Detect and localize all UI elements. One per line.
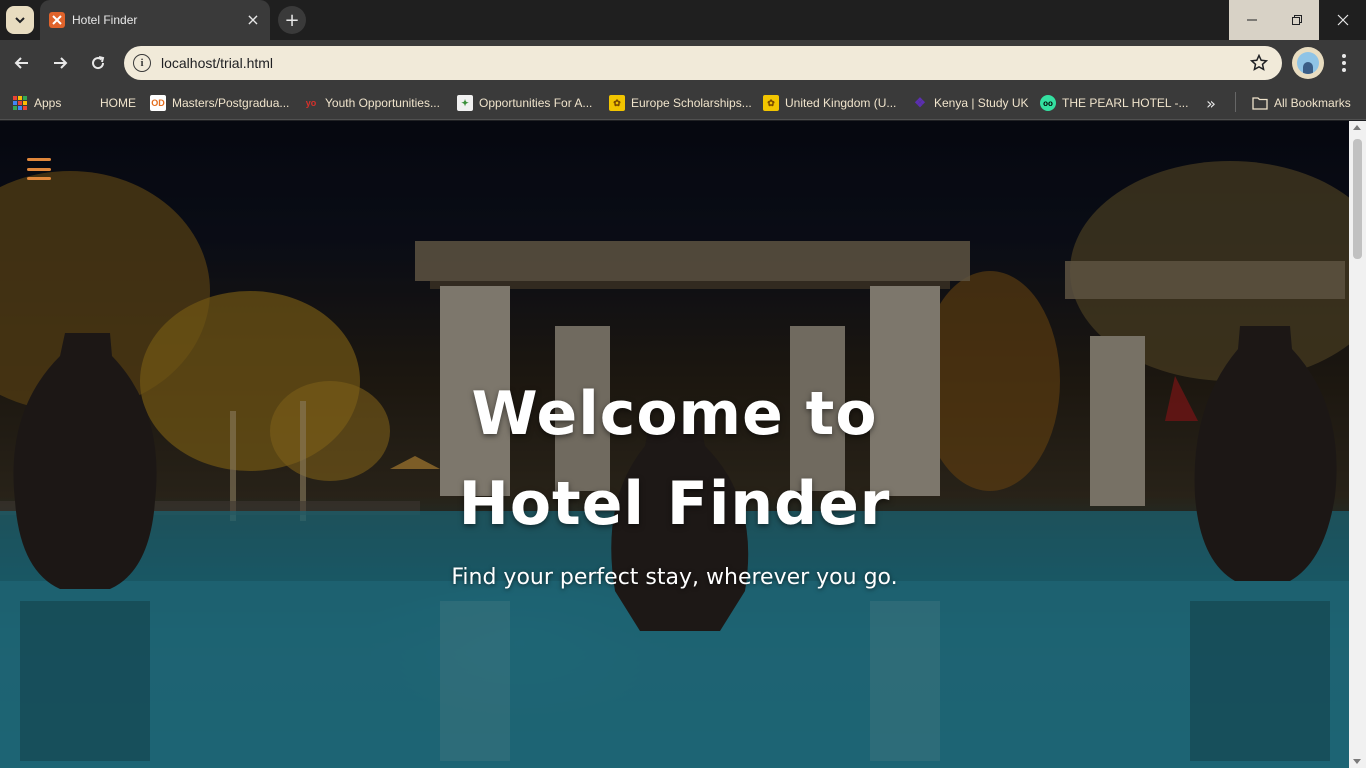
tab-hotel-finder[interactable]: Hotel Finder × — [40, 0, 270, 40]
bookmark-apps[interactable]: Apps — [12, 92, 61, 114]
bookmark-youth-opportunities[interactable]: yo Youth Opportunities... — [303, 92, 440, 114]
tab-strip: Hotel Finder × + — [0, 0, 1366, 40]
bookmark-all-bookmarks[interactable]: All Bookmarks — [1252, 92, 1351, 114]
bookmark-masters[interactable]: OD Masters/Postgradua... — [150, 92, 289, 114]
scrollbar-thumb[interactable] — [1353, 139, 1362, 259]
apps-grid-icon — [12, 95, 28, 111]
bookmark-label: HOME — [100, 96, 136, 110]
address-url[interactable]: localhost/trial.html — [161, 55, 273, 71]
tab-search-button[interactable] — [6, 6, 34, 34]
minimize-button[interactable] — [1229, 0, 1274, 40]
browser-menu-button[interactable] — [1332, 49, 1356, 77]
od-logo-icon: OD — [150, 95, 166, 111]
page-viewport: Welcome to Hotel Finder Find your perfec… — [0, 121, 1349, 768]
hamburger-menu-icon[interactable] — [27, 158, 51, 180]
more-bookmarks-chevron-icon[interactable]: » — [1200, 92, 1222, 114]
profile-avatar[interactable] — [1292, 47, 1324, 79]
address-bar[interactable]: i localhost/trial.html — [124, 46, 1282, 80]
scholarship-icon: ✿ — [609, 95, 625, 111]
study-uk-icon: ❖ — [914, 95, 926, 110]
minimize-icon — [1246, 19, 1257, 21]
new-tab-button[interactable]: + — [278, 6, 306, 34]
close-window-button[interactable] — [1320, 0, 1365, 40]
scholarship-icon: ✿ — [763, 95, 779, 111]
hero-title: Welcome to Hotel Finder — [458, 379, 891, 539]
tripadvisor-icon: oo — [1040, 95, 1056, 111]
bookmark-label: Opportunities For A... — [479, 96, 593, 110]
bookmark-label: Kenya | Study UK — [934, 96, 1029, 110]
page-scrollbar[interactable] — [1349, 121, 1366, 768]
forward-button[interactable] — [46, 49, 74, 77]
bookmark-label: THE PEARL HOTEL -... — [1062, 96, 1189, 110]
arrow-right-icon — [54, 57, 68, 69]
back-button[interactable] — [8, 49, 36, 77]
scroll-up-arrow-icon[interactable] — [1353, 125, 1361, 130]
hero-subtitle: Find your perfect stay, wherever you go. — [451, 565, 898, 590]
reload-button[interactable] — [84, 49, 112, 77]
bookmarks-separator — [1235, 92, 1236, 112]
restore-button[interactable] — [1274, 0, 1319, 40]
bookmark-pearl-hotel[interactable]: oo THE PEARL HOTEL -... — [1040, 92, 1188, 114]
bookmark-label: Youth Opportunities... — [325, 96, 440, 110]
folder-icon — [1252, 95, 1268, 111]
bookmark-kenya-study-uk[interactable]: ❖ Kenya | Study UK — [912, 92, 1029, 114]
bookmark-label: United Kingdom (U... — [785, 96, 897, 110]
bookmark-opportunities-for-africans[interactable]: ✦ Opportunities For A... — [457, 92, 592, 114]
bookmark-united-kingdom[interactable]: ✿ United Kingdom (U... — [763, 92, 896, 114]
tab-close-icon[interactable]: × — [244, 11, 262, 29]
menu-dots-icon — [1342, 54, 1346, 58]
bookmark-label: All Bookmarks — [1274, 96, 1351, 110]
toolbar: i localhost/trial.html — [0, 40, 1366, 86]
close-icon — [1337, 14, 1348, 26]
yo-logo-icon: yo — [305, 98, 317, 108]
bookmark-star-icon[interactable] — [1248, 52, 1270, 74]
restore-icon — [1291, 15, 1302, 25]
xampp-favicon-icon — [49, 12, 65, 28]
reload-icon — [92, 56, 105, 70]
bookmark-label: Apps — [34, 96, 62, 110]
chevron-down-icon — [15, 17, 25, 24]
arrow-left-icon — [14, 57, 28, 69]
scroll-down-arrow-icon[interactable] — [1353, 759, 1361, 764]
bookmark-europe-scholarships[interactable]: ✿ Europe Scholarships... — [609, 92, 752, 114]
tab-title: Hotel Finder — [72, 13, 138, 27]
ofa-logo-icon: ✦ — [457, 95, 473, 111]
avatar-icon — [1297, 52, 1319, 74]
bookmark-home[interactable]: HOME — [78, 92, 136, 114]
site-info-icon[interactable]: i — [133, 54, 151, 72]
bookmark-label: Masters/Postgradua... — [172, 96, 290, 110]
globe-icon — [78, 95, 94, 111]
bookmark-label: Europe Scholarships... — [631, 96, 752, 110]
browser-window: Hotel Finder × + i localhost/trial.html — [0, 0, 1366, 768]
bookmarks-bar: Apps HOME OD Masters/Postgradua... yo Yo… — [0, 86, 1366, 120]
